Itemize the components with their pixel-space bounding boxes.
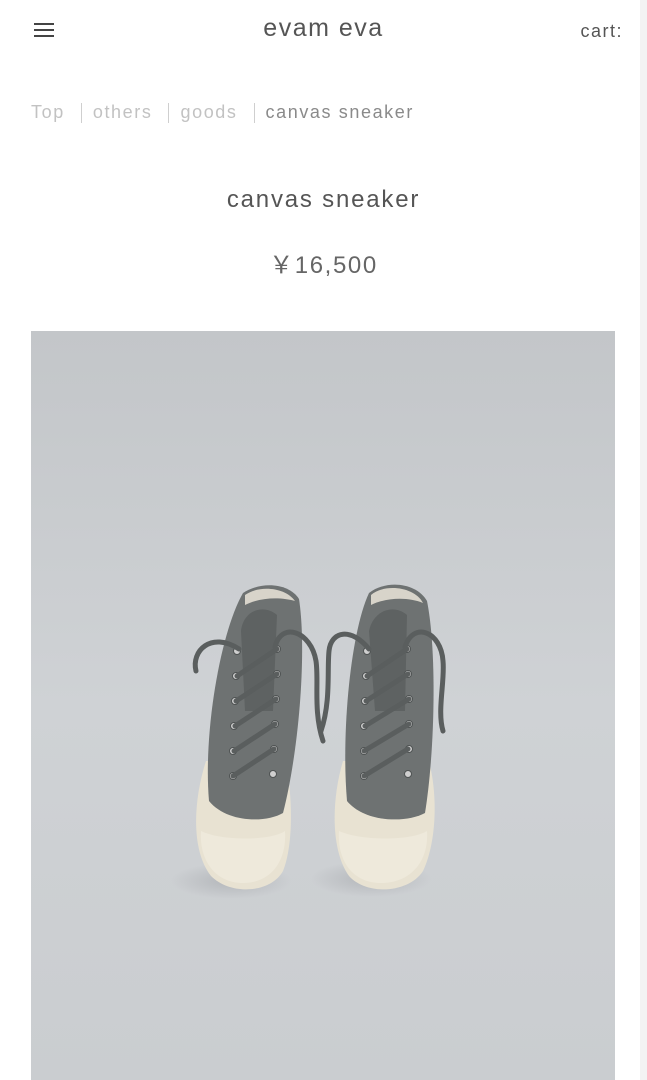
product-title: canvas sneaker (226, 186, 421, 213)
product-image[interactable] (31, 331, 615, 1080)
breadcrumb-current: canvas sneaker (265, 102, 414, 122)
breadcrumb: Top others goods canvas sneaker (31, 102, 414, 123)
product-price: ￥16,500 (269, 252, 378, 279)
breadcrumb-separator (80, 102, 82, 123)
breadcrumb-separator (253, 102, 255, 123)
breadcrumb-goods[interactable]: goods (180, 102, 237, 123)
brand-logo[interactable]: evam eva (0, 14, 647, 43)
page-scrollbar[interactable] (640, 0, 647, 1080)
breadcrumb-top[interactable]: Top (31, 102, 65, 123)
site-header: evam eva cart: (0, 0, 647, 64)
breadcrumb-others[interactable]: others (93, 102, 153, 123)
cart-link[interactable]: cart: (580, 21, 623, 42)
sneaker-illustration (31, 331, 615, 1080)
breadcrumb-separator (168, 102, 170, 123)
